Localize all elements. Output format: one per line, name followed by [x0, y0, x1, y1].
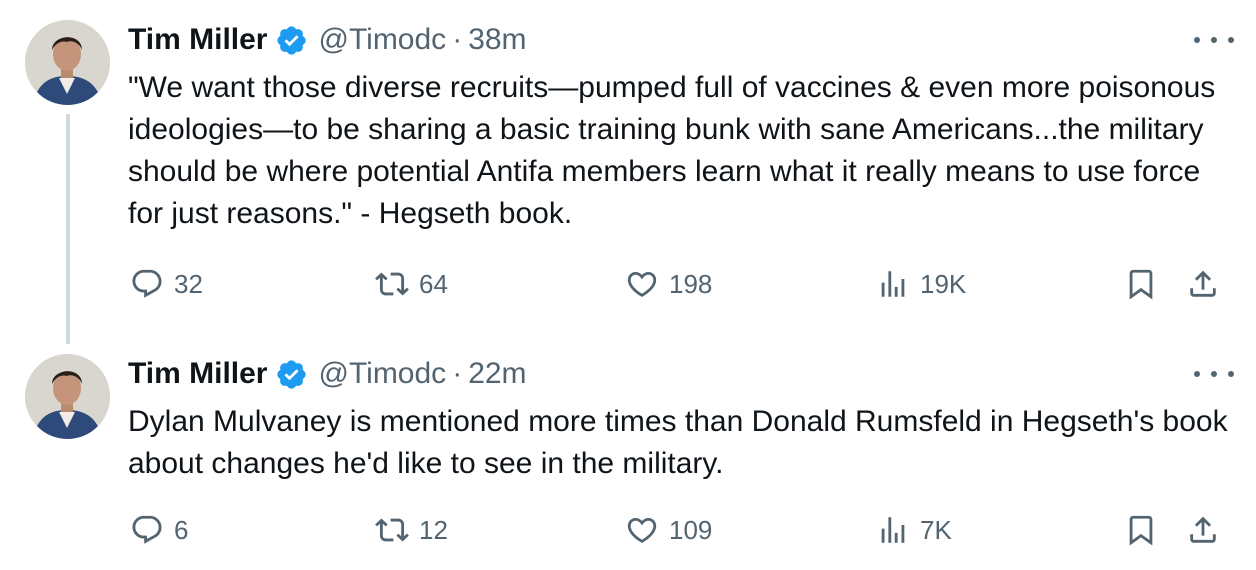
- avatar-image: [25, 20, 110, 105]
- tweet-time[interactable]: 22m: [468, 357, 526, 391]
- reply-button[interactable]: 32: [130, 264, 203, 304]
- author-name[interactable]: Tim Miller: [128, 23, 267, 57]
- avatar[interactable]: [25, 20, 110, 105]
- reply-count: 32: [174, 268, 203, 299]
- author-handle[interactable]: @Timodc: [318, 357, 446, 391]
- retweet-icon: [375, 272, 409, 296]
- views-bar-icon: [881, 271, 905, 297]
- retweet-button[interactable]: 12: [375, 510, 448, 550]
- verified-badge-icon: [277, 359, 307, 389]
- heart-icon: [627, 517, 657, 543]
- like-button[interactable]: 198: [625, 264, 712, 304]
- retweet-button[interactable]: 64: [375, 264, 448, 304]
- tweet-header: Tim Miller @Timodc · 22m: [128, 354, 527, 394]
- more-dots-icon[interactable]: [1194, 364, 1234, 384]
- avatar-image: [25, 354, 110, 439]
- tweet-actions: 32 64 198 19K: [0, 264, 1256, 304]
- like-count: 198: [669, 268, 713, 299]
- views-button[interactable]: 19K: [876, 264, 966, 304]
- views-bar-icon: [881, 517, 905, 543]
- retweet-count: 64: [419, 268, 448, 299]
- views-count: 7K: [920, 514, 952, 545]
- retweet-count: 12: [419, 514, 448, 545]
- author-handle[interactable]: @Timodc: [318, 23, 446, 57]
- bookmark-icon: [1129, 515, 1153, 546]
- tweet-2[interactable]: Tim Miller @Timodc · 22m Dylan Mulvaney …: [0, 340, 1256, 570]
- reply-icon: [132, 269, 162, 298]
- separator-dot: ·: [452, 23, 463, 56]
- like-button[interactable]: 109: [625, 510, 712, 550]
- author-name[interactable]: Tim Miller: [128, 357, 267, 391]
- separator-dot: ·: [452, 357, 463, 390]
- share-icon: [1190, 270, 1216, 297]
- tweet-text: Dylan Mulvaney is mentioned more times t…: [128, 405, 1228, 480]
- avatar[interactable]: [25, 354, 110, 439]
- share-icon: [1190, 516, 1216, 543]
- like-count: 109: [669, 514, 713, 545]
- more-dots-icon[interactable]: [1194, 30, 1234, 50]
- bookmark-button[interactable]: [1124, 510, 1168, 550]
- verified-badge-icon: [277, 25, 307, 55]
- retweet-icon: [375, 518, 409, 542]
- heart-icon: [627, 271, 657, 297]
- thread-connector-line: [66, 114, 70, 344]
- bookmark-icon: [1129, 269, 1153, 300]
- tweet-time[interactable]: 38m: [468, 23, 526, 57]
- views-button[interactable]: 7K: [876, 510, 952, 550]
- reply-icon: [132, 515, 162, 544]
- reply-button[interactable]: 6: [130, 510, 188, 550]
- tweet-1[interactable]: Tim Miller @Timodc · 38m "We want those …: [0, 0, 1256, 344]
- share-button[interactable]: [1186, 264, 1230, 304]
- share-button[interactable]: [1186, 510, 1230, 550]
- tweet-text: "We want those diverse recruits—pumped f…: [128, 71, 1216, 230]
- views-count: 19K: [920, 268, 967, 299]
- bookmark-button[interactable]: [1124, 264, 1168, 304]
- reply-count: 6: [174, 514, 189, 545]
- tweet-actions: 6 12 109 7K: [0, 510, 1256, 550]
- tweet-header: Tim Miller @Timodc · 38m: [128, 20, 527, 60]
